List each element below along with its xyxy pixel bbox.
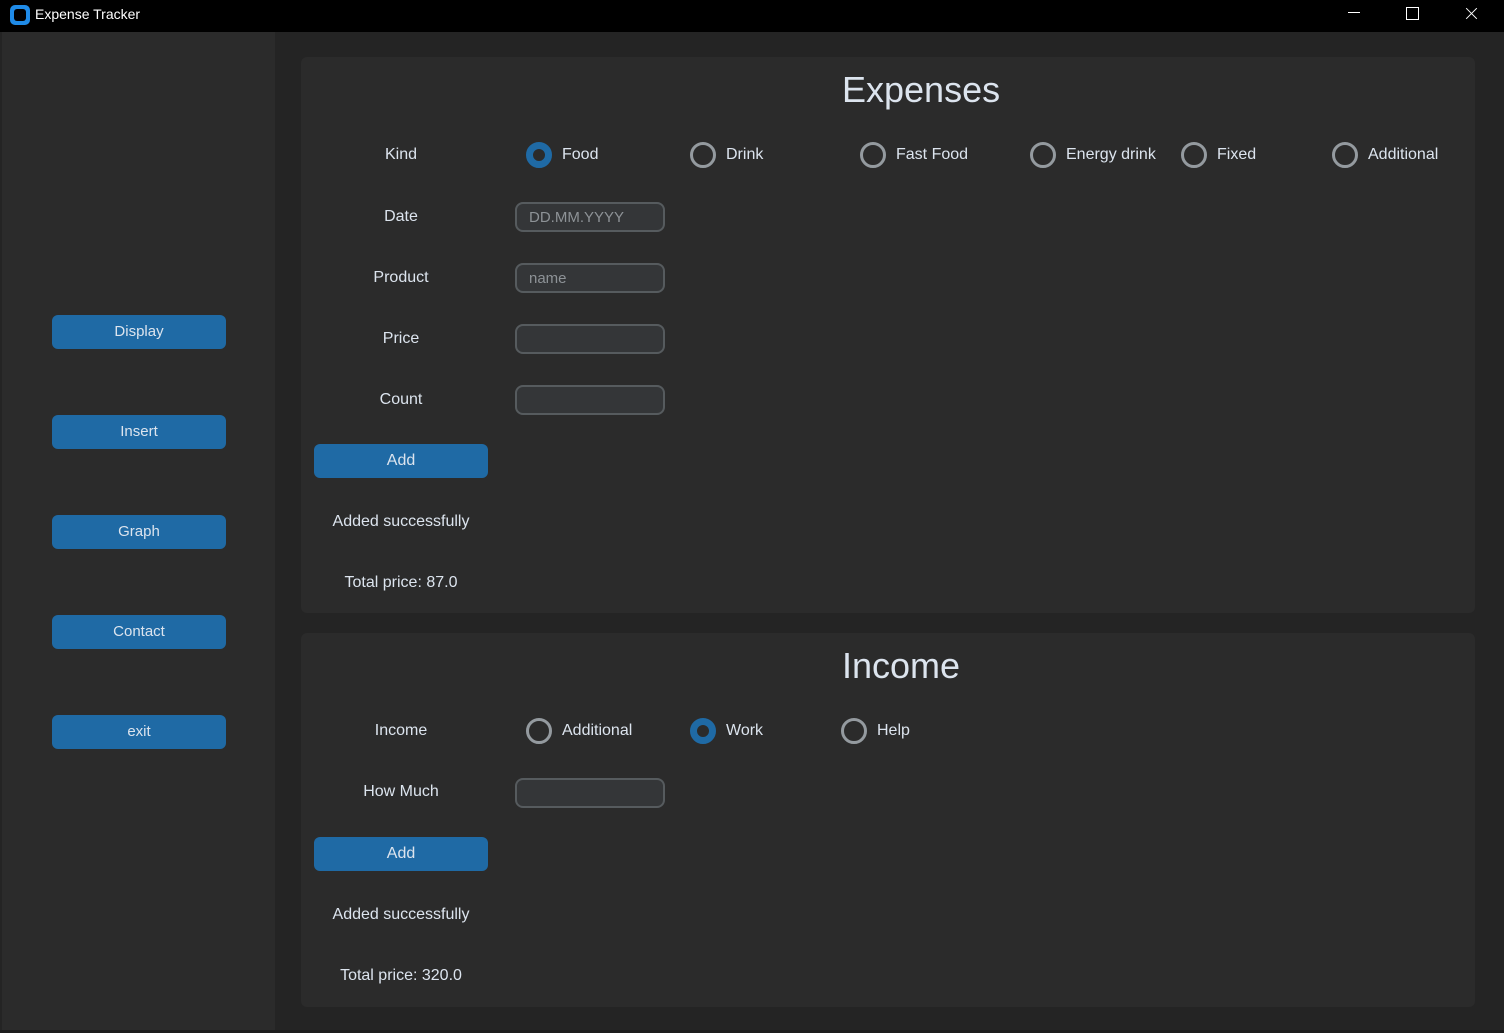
income-label: Income — [374, 722, 428, 739]
date-field[interactable] — [515, 202, 665, 232]
title-bar: Expense Tracker — [0, 0, 1504, 32]
radio-unchecked-icon — [1030, 142, 1056, 168]
radio-label: Energy drink — [1066, 146, 1156, 163]
income-panel: Income Income Additional Work Help How M… — [301, 633, 1475, 1007]
display-button[interactable]: Display — [52, 315, 226, 349]
radio-label: Work — [726, 722, 764, 739]
income-total-text: Total price: 320.0 — [340, 967, 462, 984]
income-radio-work[interactable]: Work — [690, 717, 763, 745]
add-expense-button[interactable]: Add — [314, 444, 488, 478]
price-label: Price — [382, 330, 420, 347]
radio-label: Drink — [726, 146, 764, 163]
app-icon — [10, 5, 30, 25]
radio-checked-icon — [690, 718, 716, 744]
kind-radio-drink[interactable]: Drink — [690, 141, 763, 169]
kind-label: Kind — [384, 146, 418, 163]
kind-radio-additional[interactable]: Additional — [1332, 141, 1438, 169]
radio-unchecked-icon — [690, 142, 716, 168]
price-field[interactable] — [515, 324, 665, 354]
window-title: Expense Tracker — [35, 6, 141, 22]
income-heading: Income — [842, 645, 961, 686]
contact-button[interactable]: Contact — [52, 615, 226, 649]
radio-unchecked-icon — [841, 718, 867, 744]
radio-unchecked-icon — [1181, 142, 1207, 168]
exit-button[interactable]: exit — [52, 715, 226, 749]
graph-button[interactable]: Graph — [52, 515, 226, 549]
income-radio-help[interactable]: Help — [841, 717, 910, 745]
kind-radio-fixed[interactable]: Fixed — [1181, 141, 1256, 169]
radio-unchecked-icon — [1332, 142, 1358, 168]
kind-radio-food[interactable]: Food — [526, 141, 598, 169]
radio-label: Additional — [1368, 146, 1439, 163]
expenses-heading: Expenses — [842, 69, 1001, 110]
count-field[interactable] — [515, 385, 665, 415]
income-radio-additional[interactable]: Additional — [526, 717, 632, 745]
radio-label: Food — [562, 146, 599, 163]
sidebar: Display Insert Graph Contact exit — [2, 32, 275, 1030]
product-field[interactable] — [515, 263, 665, 293]
close-button[interactable] — [1442, 0, 1500, 32]
radio-label: Additional — [562, 722, 633, 739]
radio-label: Fixed — [1217, 146, 1257, 163]
kind-radio-fast-food[interactable]: Fast Food — [860, 141, 968, 169]
minimize-button[interactable] — [1325, 0, 1383, 32]
radio-label: Fast Food — [896, 146, 969, 163]
count-label: Count — [379, 391, 423, 408]
expense-status-text: Added successfully — [332, 513, 470, 530]
radio-checked-icon — [526, 142, 552, 168]
how-much-label: How Much — [363, 783, 439, 800]
product-label: Product — [373, 269, 429, 286]
kind-radio-energy-drink[interactable]: Energy drink — [1030, 141, 1156, 169]
expenses-panel: Expenses Kind Food Drink Fast Food Energ… — [301, 57, 1475, 613]
expense-total-text: Total price: 87.0 — [344, 574, 458, 591]
date-label: Date — [384, 208, 418, 225]
insert-button[interactable]: Insert — [52, 415, 226, 449]
income-status-text: Added successfully — [332, 906, 470, 923]
add-income-button[interactable]: Add — [314, 837, 488, 871]
maximize-button[interactable] — [1383, 0, 1441, 32]
how-much-field[interactable] — [515, 778, 665, 808]
radio-unchecked-icon — [526, 718, 552, 744]
radio-unchecked-icon — [860, 142, 886, 168]
radio-label: Help — [877, 722, 910, 739]
